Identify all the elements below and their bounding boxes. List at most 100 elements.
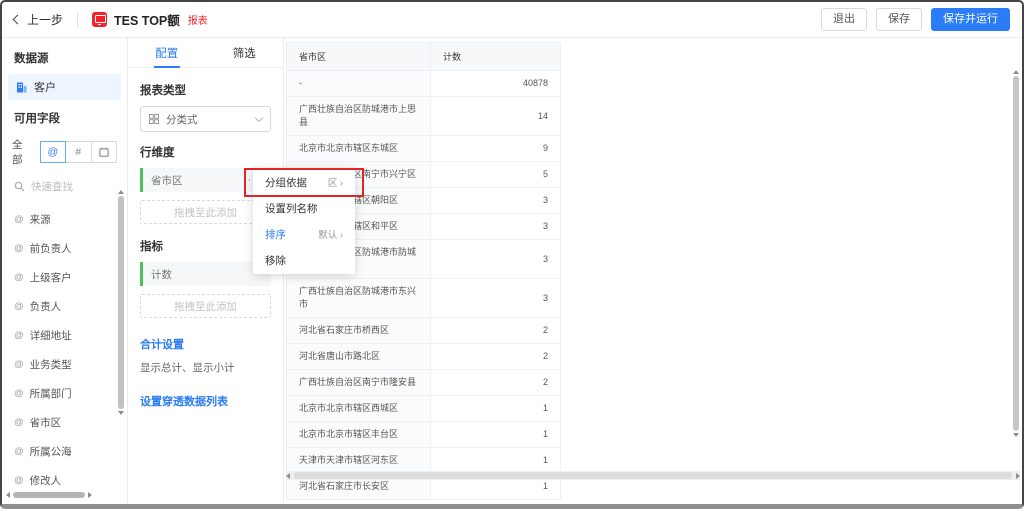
region-cell: 广西壮族自治区防城港市上思县 — [287, 97, 431, 136]
count-cell: 2 — [431, 370, 561, 396]
metric-dropzone[interactable]: 拖拽至此添加 — [140, 294, 271, 318]
table-row[interactable]: 河北省石家庄市桥西区 2 — [287, 318, 561, 344]
chevron-left-icon — [13, 15, 23, 25]
scroll-right-icon[interactable] — [1016, 473, 1020, 479]
menu-item-extra: 默认 › — [318, 227, 343, 241]
filter-tab-number[interactable]: # — [65, 141, 91, 163]
field-item[interactable]: @ 前负责人 — [2, 234, 127, 263]
field-label: 修改人 — [30, 473, 62, 488]
field-label: 上级客户 — [30, 270, 72, 285]
scrollbar-thumb[interactable] — [294, 472, 1012, 479]
table-row[interactable]: 广西壮族自治区南宁市隆安县 2 — [287, 370, 561, 396]
field-item[interactable]: @ 上级客户 — [2, 263, 127, 292]
field-label: 来源 — [30, 212, 51, 227]
field-label: 创建人 — [30, 502, 62, 509]
count-cell: 14 — [431, 97, 561, 136]
menu-item-label: 排序 — [265, 227, 286, 242]
table-row[interactable]: 北京市北京市辖区丰台区 1 — [287, 422, 561, 448]
scrollbar-thumb[interactable] — [1013, 76, 1019, 431]
calendar-icon — [99, 147, 109, 157]
table-body: - 40878 广西壮族自治区防城港市上思县 14 北京市北京市辖区东城区 9 … — [287, 71, 561, 500]
field-label: 所属部门 — [30, 386, 72, 401]
filter-tab-all[interactable]: 全部 — [12, 134, 38, 170]
sidebar: 数据源 客户 可用字段 全部 @ # — [2, 38, 128, 504]
scroll-left-icon[interactable] — [6, 492, 10, 498]
back-button[interactable]: 上一步 — [14, 11, 63, 28]
field-list: @ 来源 @ 前负责人 @ 上级客户 @ 负责人 @ 详细地址 @ 业务类型 @… — [2, 201, 127, 509]
sidebar-horizontal-scrollbar[interactable] — [6, 491, 114, 499]
search-placeholder: 快速查找 — [31, 179, 73, 194]
table-row[interactable]: - 40878 — [287, 71, 561, 97]
field-item[interactable]: @ 负责人 — [2, 292, 127, 321]
region-cell: 河北省唐山市路北区 — [287, 344, 431, 370]
field-search-input[interactable]: 快速查找 — [14, 179, 117, 199]
count-cell: 3 — [431, 188, 561, 214]
field-item[interactable]: @ 详细地址 — [2, 321, 127, 350]
totals-settings-link[interactable]: 合计设置 — [140, 336, 271, 352]
building-icon — [15, 81, 28, 94]
scroll-left-icon[interactable] — [286, 473, 290, 479]
report-type-select[interactable]: 分类式 — [140, 106, 271, 132]
scroll-up-icon[interactable] — [118, 190, 124, 194]
scroll-up-icon[interactable] — [1013, 70, 1019, 74]
fields-title: 可用字段 — [2, 104, 127, 132]
table-row[interactable]: 北京市北京市辖区东城区 9 — [287, 136, 561, 162]
count-cell: 1 — [431, 422, 561, 448]
count-cell: 3 — [431, 240, 561, 279]
context-menu-item[interactable]: 移除 — [253, 247, 355, 273]
datasource-name: 客户 — [34, 79, 56, 95]
field-item[interactable]: @ 业务类型 — [2, 350, 127, 379]
field-item[interactable]: @ 所属公海 — [2, 437, 127, 466]
scroll-down-icon[interactable] — [1013, 433, 1019, 437]
field-item[interactable]: @ 来源 — [2, 205, 127, 234]
count-cell: 5 — [431, 162, 561, 188]
back-label: 上一步 — [27, 11, 63, 28]
table-row[interactable]: 北京市北京市辖区西城区 1 — [287, 396, 561, 422]
context-menu-item[interactable]: 设置列名称 — [253, 195, 355, 221]
region-cell: 北京市北京市辖区西城区 — [287, 396, 431, 422]
scrollbar-thumb[interactable] — [118, 196, 124, 409]
field-label: 业务类型 — [30, 357, 72, 372]
context-menu: 分组依据 区 › 设置列名称 排序 默认 › 移除 — [253, 168, 355, 274]
exit-button[interactable]: 退出 — [821, 8, 867, 31]
column-header-count[interactable]: 计数 — [431, 43, 561, 71]
table-row[interactable]: 广西壮族自治区防城港市东兴市 3 — [287, 279, 561, 318]
region-cell: - — [287, 71, 431, 97]
scroll-down-icon[interactable] — [118, 411, 124, 415]
datasource-item-customer[interactable]: 客户 — [8, 74, 121, 100]
table-row[interactable]: 天津市天津市辖区河东区 1 — [287, 448, 561, 474]
table-vertical-scrollbar[interactable] — [1012, 70, 1020, 464]
context-menu-item[interactable]: 排序 默认 › — [253, 221, 355, 247]
region-cell: 天津市天津市辖区河东区 — [287, 448, 431, 474]
sidebar-vertical-scrollbar[interactable] — [117, 190, 125, 486]
row-dimension-item[interactable]: 省市区 ··· — [140, 168, 271, 192]
report-builder-window: 上一步 TES TOP额 报表 退出 保存 保存并运行 数据源 客户 可用字段 — [0, 0, 1024, 509]
table-row[interactable]: 广西壮族自治区防城港市上思县 14 — [287, 97, 561, 136]
row-dimension-dropzone[interactable]: 拖拽至此添加 — [140, 200, 271, 224]
menu-item-label: 设置列名称 — [265, 201, 318, 216]
table-row[interactable]: 河北省唐山市路北区 2 — [287, 344, 561, 370]
save-and-run-button[interactable]: 保存并运行 — [931, 8, 1010, 31]
table-header-row: 省市区 计数 — [287, 43, 561, 71]
drill-through-link[interactable]: 设置穿透数据列表 — [140, 393, 271, 409]
context-menu-item[interactable]: 分组依据 区 › — [253, 169, 355, 195]
datasource-title: 数据源 — [2, 44, 127, 72]
field-item[interactable]: @ 省市区 — [2, 408, 127, 437]
count-cell: 40878 — [431, 71, 561, 97]
filter-tab-text[interactable]: @ — [40, 141, 66, 163]
metric-item[interactable]: 计数 — [140, 262, 271, 286]
text-field-type-icon: @ — [14, 214, 24, 225]
tab-configure[interactable]: 配置 — [128, 38, 206, 67]
table-horizontal-scrollbar[interactable] — [286, 471, 1020, 480]
scrollbar-thumb[interactable] — [13, 492, 85, 498]
text-field-type-icon: @ — [14, 301, 24, 312]
tab-filter[interactable]: 筛选 — [206, 38, 284, 67]
save-button[interactable]: 保存 — [876, 8, 922, 31]
text-field-type-icon: @ — [14, 243, 24, 254]
scroll-right-icon[interactable] — [88, 492, 92, 498]
column-header-region[interactable]: 省市区 — [287, 43, 431, 71]
menu-item-label: 移除 — [265, 253, 286, 268]
metric-value: 计数 — [151, 267, 172, 282]
field-item[interactable]: @ 所属部门 — [2, 379, 127, 408]
filter-tab-date[interactable] — [91, 141, 117, 163]
